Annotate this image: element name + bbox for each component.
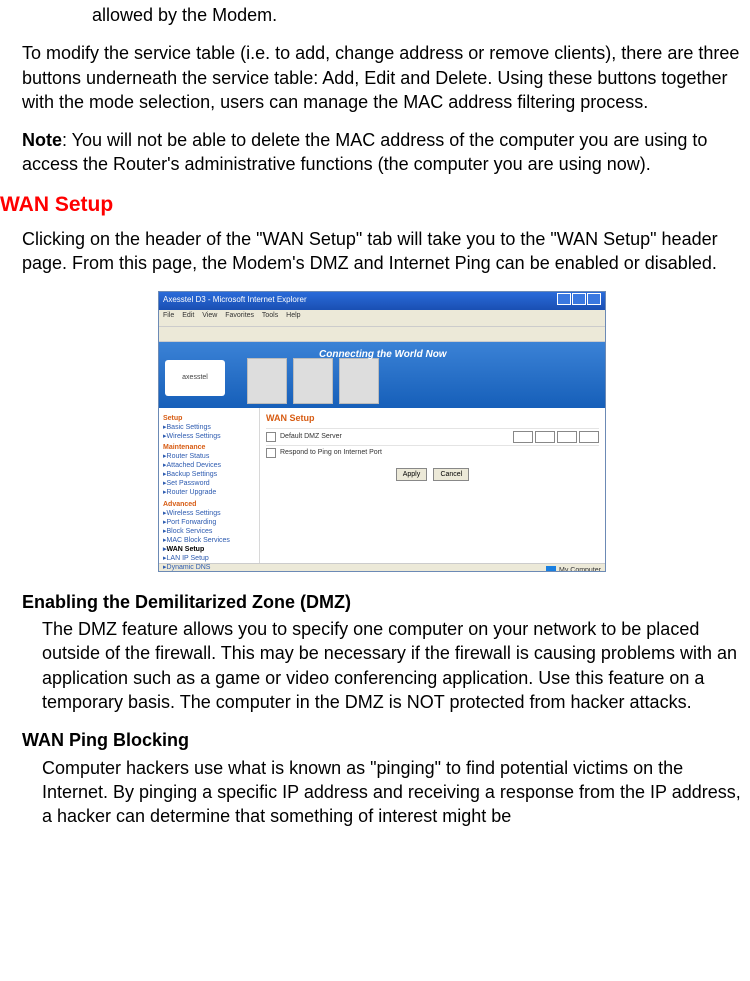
ping-label: Respond to Ping on Internet Port xyxy=(280,448,382,457)
ip-octet-input xyxy=(513,431,533,443)
fragment-line: allowed by the Modem. xyxy=(92,3,742,27)
ip-octet-input xyxy=(535,431,555,443)
sidebar-item: LAN IP Setup xyxy=(163,554,255,563)
sidebar-item: Wireless Settings xyxy=(163,509,255,518)
sidebar-item: Dynamic DNS xyxy=(163,563,255,572)
dmz-server-label: Default DMZ Server xyxy=(280,432,342,441)
sidebar-header: Setup xyxy=(163,414,255,423)
page-banner: axesstel Connecting the World Now xyxy=(159,342,605,408)
menu-item: Favorites xyxy=(225,312,254,319)
browser-window: Axesstel D3 - Microsoft Internet Explore… xyxy=(158,291,606,572)
menu-item: Help xyxy=(286,312,300,319)
note-para: Note: You will not be able to delete the… xyxy=(22,128,742,177)
sidebar-item: Block Services xyxy=(163,527,255,536)
wan-setup-desc: Clicking on the header of the "WAN Setup… xyxy=(22,227,742,276)
sidebar-item: Wireless Settings xyxy=(163,432,255,441)
apply-button: Apply xyxy=(396,468,428,481)
sidebar-item: Set Password xyxy=(163,479,255,488)
menu-item: File xyxy=(163,312,174,319)
window-titlebar: Axesstel D3 - Microsoft Internet Explore… xyxy=(159,292,605,310)
ping-row: Respond to Ping on Internet Port xyxy=(266,445,599,460)
sidebar-item: Router Status xyxy=(163,452,255,461)
screenshot-container: Axesstel D3 - Microsoft Internet Explore… xyxy=(22,291,742,572)
sidebar-item-selected: WAN Setup xyxy=(163,545,255,554)
ip-octet-input xyxy=(557,431,577,443)
checkbox-icon xyxy=(266,432,276,442)
sidebar-item: Attached Devices xyxy=(163,461,255,470)
wan-setup-heading: WAN Setup xyxy=(0,191,742,219)
sidebar-nav: Setup Basic Settings Wireless Settings M… xyxy=(159,408,260,563)
cancel-button: Cancel xyxy=(433,468,469,481)
banner-image xyxy=(339,358,379,404)
banner-image xyxy=(247,358,287,404)
menu-item: Edit xyxy=(182,312,194,319)
browser-menubar: File Edit View Favorites Tools Help xyxy=(159,310,605,326)
dmz-body: The DMZ feature allows you to specify on… xyxy=(42,617,742,714)
button-row: Apply Cancel xyxy=(266,468,599,481)
banner-tagline: Connecting the World Now xyxy=(319,348,447,362)
ip-input-group xyxy=(513,431,599,443)
checkbox-icon xyxy=(266,448,276,458)
note-rest: : You will not be able to delete the MAC… xyxy=(22,130,707,174)
menu-item: View xyxy=(202,312,217,319)
browser-toolbar xyxy=(159,326,605,342)
window-buttons xyxy=(556,293,601,309)
sidebar-item: Backup Settings xyxy=(163,470,255,479)
brand-logo: axesstel xyxy=(165,360,225,396)
dmz-heading: Enabling the Demilitarized Zone (DMZ) xyxy=(22,590,742,614)
ip-octet-input xyxy=(579,431,599,443)
sidebar-item: Basic Settings xyxy=(163,423,255,432)
sidebar-header: Advanced xyxy=(163,500,255,509)
modify-service-para: To modify the service table (i.e. to add… xyxy=(22,41,742,114)
ping-heading: WAN Ping Blocking xyxy=(22,728,742,752)
note-label: Note xyxy=(22,130,62,150)
dmz-server-row: Default DMZ Server xyxy=(266,428,599,445)
sidebar-item: MAC Block Services xyxy=(163,536,255,545)
status-text: My Computer xyxy=(559,566,601,572)
menu-item: Tools xyxy=(262,312,278,319)
main-panel: WAN Setup Default DMZ Server Re xyxy=(260,408,605,563)
ping-body: Computer hackers use what is known as "p… xyxy=(42,756,742,829)
zone-icon xyxy=(546,566,556,572)
sidebar-item: Router Upgrade xyxy=(163,488,255,497)
panel-title: WAN Setup xyxy=(266,412,599,424)
banner-image xyxy=(293,358,333,404)
window-title: Axesstel D3 - Microsoft Internet Explore… xyxy=(163,295,307,306)
sidebar-item: Port Forwarding xyxy=(163,518,255,527)
sidebar-header: Maintenance xyxy=(163,443,255,452)
